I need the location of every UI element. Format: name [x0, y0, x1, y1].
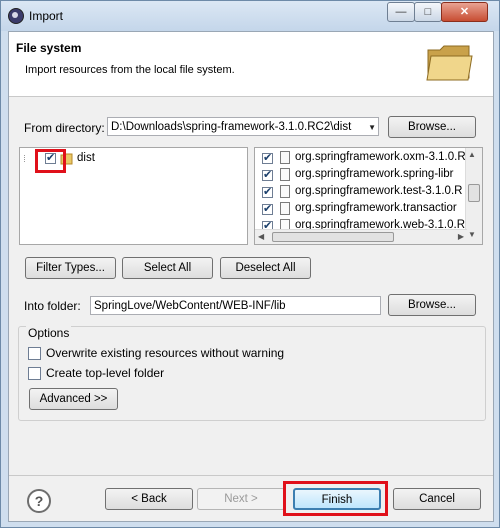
back-button[interactable]: < Back [105, 488, 193, 510]
scroll-up-icon[interactable]: ▲ [468, 150, 476, 159]
minimize-button[interactable]: — [387, 2, 415, 22]
list-item[interactable]: org.springframework.transactior [258, 201, 468, 218]
wizard-banner: File system Import resources from the lo… [9, 32, 493, 97]
file-icon [280, 168, 290, 181]
chevron-down-icon[interactable]: ▼ [368, 118, 376, 135]
file-icon [280, 202, 290, 215]
file-name: org.springframework.test-3.1.0.R [295, 185, 463, 197]
create-top-level-checkbox[interactable] [28, 367, 41, 380]
browse-into-folder-button[interactable]: Browse... [388, 294, 476, 316]
next-button[interactable]: Next > [197, 488, 285, 510]
title-bar: Import — □ ✕ [1, 1, 499, 31]
tree-item-label[interactable]: dist [77, 152, 95, 164]
file-icon [280, 185, 290, 198]
options-title: Options [26, 326, 72, 340]
advanced-button[interactable]: Advanced >> [29, 388, 118, 410]
into-folder-input[interactable]: SpringLove/WebContent/WEB-INF/lib [90, 296, 381, 315]
close-button[interactable]: ✕ [441, 2, 488, 22]
into-folder-label: Into folder: [24, 299, 81, 313]
scroll-down-icon[interactable]: ▼ [468, 230, 476, 239]
create-top-level-label[interactable]: Create top-level folder [46, 366, 164, 380]
file-name: org.springframework.spring-libr [295, 168, 454, 180]
file-checkbox[interactable] [262, 202, 273, 215]
eclipse-icon [8, 8, 24, 24]
horizontal-scrollbar[interactable]: ◀ ▶ [255, 229, 467, 244]
from-directory-value: D:\Downloads\spring-framework-3.1.0.RC2\… [111, 121, 352, 133]
file-name: org.springframework.transactior [295, 202, 457, 214]
browse-from-directory-button[interactable]: Browse... [388, 116, 476, 138]
list-item[interactable]: org.springframework.test-3.1.0.R [258, 184, 468, 201]
vertical-scrollbar[interactable]: ▲ ▼ [465, 148, 482, 244]
overwrite-label[interactable]: Overwrite existing resources without war… [46, 346, 284, 360]
file-checkbox[interactable] [262, 151, 273, 164]
folder-icon [426, 45, 473, 81]
separator [9, 475, 493, 476]
overwrite-checkbox[interactable] [28, 347, 41, 360]
filter-types-button[interactable]: Filter Types... [25, 257, 116, 279]
scroll-right-icon[interactable]: ▶ [458, 232, 464, 241]
cancel-button[interactable]: Cancel [393, 488, 481, 510]
highlight-finish-button [283, 481, 388, 516]
scroll-thumb[interactable] [468, 184, 480, 202]
list-item[interactable]: org.springframework.spring-libr [258, 167, 468, 184]
file-list[interactable]: org.springframework.oxm-3.1.0.R org.spri… [254, 147, 483, 245]
file-icon [280, 151, 290, 164]
highlight-dist-checkbox [35, 149, 66, 173]
select-all-button[interactable]: Select All [122, 257, 213, 279]
deselect-all-button[interactable]: Deselect All [220, 257, 311, 279]
import-dialog: Import — □ ✕ File system Import resource… [0, 0, 500, 528]
dialog-content: File system Import resources from the lo… [8, 31, 494, 522]
from-directory-label: From directory: [24, 121, 105, 135]
scroll-thumb[interactable] [272, 232, 394, 242]
banner-title: File system [16, 41, 82, 55]
file-checkbox[interactable] [262, 168, 273, 181]
help-icon[interactable]: ? [27, 489, 51, 513]
window-title: Import [29, 9, 64, 23]
from-directory-combo[interactable]: D:\Downloads\spring-framework-3.1.0.RC2\… [107, 117, 379, 136]
banner-description: Import resources from the local file sys… [25, 64, 235, 76]
tree-connector [24, 155, 26, 162]
list-item[interactable]: org.springframework.oxm-3.1.0.R [258, 150, 468, 167]
scroll-left-icon[interactable]: ◀ [258, 232, 264, 241]
file-name: org.springframework.oxm-3.1.0.R [295, 151, 466, 163]
maximize-button[interactable]: □ [414, 2, 442, 22]
file-checkbox[interactable] [262, 185, 273, 198]
